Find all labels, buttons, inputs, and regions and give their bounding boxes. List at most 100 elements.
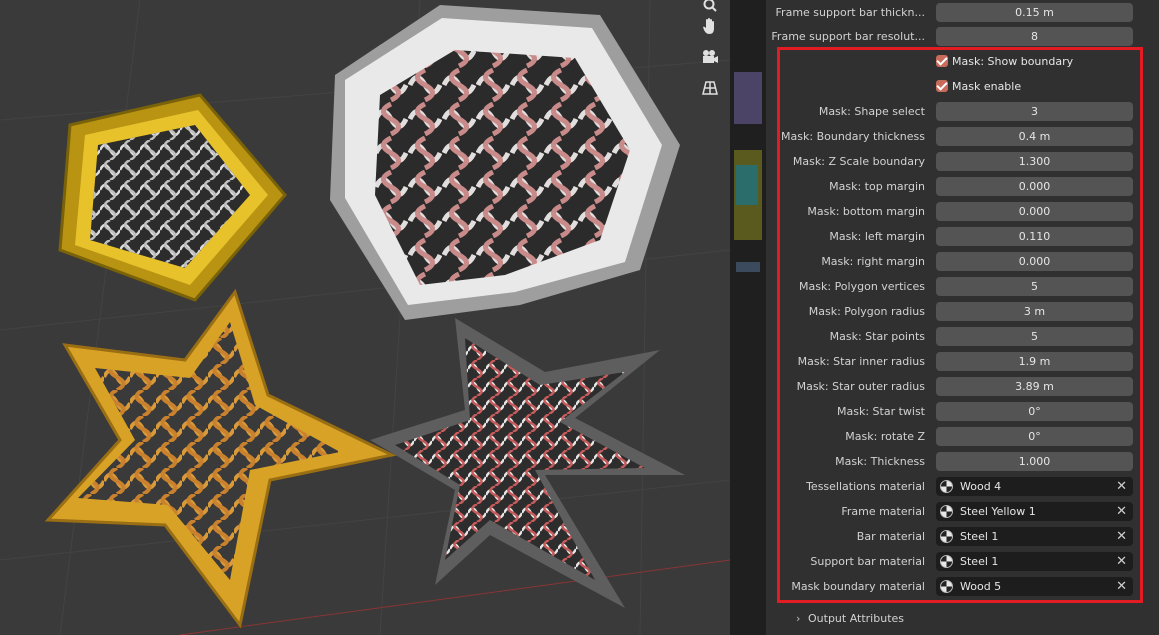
property-value-field[interactable]: 5	[936, 277, 1133, 296]
material-name: Steel Yellow 1	[960, 505, 1036, 518]
close-icon[interactable]: ✕	[1116, 502, 1127, 521]
property-label: Frame support bar thickn...	[775, 6, 925, 19]
checkbox-checked-icon	[936, 80, 948, 92]
3d-viewport[interactable]	[0, 0, 730, 635]
close-icon[interactable]: ✕	[1116, 552, 1127, 571]
checkbox-label: Mask enable	[952, 80, 1022, 93]
property-row: Mask: Shape select 3	[766, 99, 1159, 124]
property-row: Mask: Polygon vertices 5	[766, 274, 1159, 299]
property-value-field[interactable]: 0.000	[936, 252, 1133, 271]
checkbox-row: Mask: Show boundary	[766, 49, 1159, 74]
property-label: Support bar material	[810, 555, 925, 568]
property-row: Mask: Z Scale boundary 1.300	[766, 149, 1159, 174]
property-value-field[interactable]: 3 m	[936, 302, 1133, 321]
property-row: Mask: Star outer radius 3.89 m	[766, 374, 1159, 399]
node-thumbnail	[736, 165, 758, 205]
property-row: Mask: Star inner radius 1.9 m	[766, 349, 1159, 374]
checkbox-label: Mask: Show boundary	[952, 55, 1074, 68]
property-value-field[interactable]: 0°	[936, 427, 1133, 446]
property-value-field[interactable]: 1.300	[936, 152, 1133, 171]
property-label: Mask: rotate Z	[845, 430, 925, 443]
hand-icon[interactable]	[697, 13, 723, 39]
material-field[interactable]: Steel Yellow 1 ✕	[936, 502, 1133, 521]
scene-render	[0, 0, 730, 635]
property-value-field[interactable]: 3.89 m	[936, 377, 1133, 396]
checkbox-row: Mask enable	[766, 74, 1159, 99]
node-thumbnail	[734, 72, 762, 124]
material-icon	[940, 555, 953, 568]
property-value-field[interactable]: 0.110	[936, 227, 1133, 246]
property-row: Mask: left margin 0.110	[766, 224, 1159, 249]
material-field[interactable]: Wood 5 ✕	[936, 577, 1133, 596]
property-label: Mask boundary material	[791, 580, 925, 593]
close-icon[interactable]: ✕	[1116, 477, 1127, 496]
properties-panel: Frame support bar thickn... 0.15 m Frame…	[766, 0, 1159, 635]
property-label: Mask: Star inner radius	[797, 355, 925, 368]
mask-enable-checkbox[interactable]: Mask enable	[936, 74, 1021, 99]
property-value-field[interactable]: 8	[936, 27, 1133, 46]
close-icon[interactable]: ✕	[1116, 527, 1127, 546]
property-label: Frame support bar resolut...	[771, 30, 925, 43]
property-value-field[interactable]: 0°	[936, 402, 1133, 421]
camera-icon[interactable]	[697, 44, 723, 70]
output-attributes-panel-header[interactable]: › Output Attributes	[766, 606, 1159, 631]
property-value-field[interactable]: 0.000	[936, 202, 1133, 221]
material-field[interactable]: Wood 4 ✕	[936, 477, 1133, 496]
property-row: Mask: Star twist 0°	[766, 399, 1159, 424]
close-icon[interactable]: ✕	[1116, 577, 1127, 596]
property-value-field[interactable]: 3	[936, 102, 1133, 121]
property-label: Mask: Polygon vertices	[799, 280, 925, 293]
material-row: Mask boundary material Wood 5 ✕	[766, 574, 1159, 599]
panel-title: Output Attributes	[808, 612, 905, 625]
property-row: Mask: Boundary thickness 0.4 m	[766, 124, 1159, 149]
property-label: Tessellations material	[806, 480, 925, 493]
property-label: Mask: Thickness	[835, 455, 925, 468]
property-row: Mask: top margin 0.000	[766, 174, 1159, 199]
material-name: Wood 4	[960, 480, 1002, 493]
checkbox-checked-icon	[936, 55, 948, 67]
property-label: Mask: right margin	[821, 255, 925, 268]
property-label: Mask: bottom margin	[807, 205, 925, 218]
material-name: Wood 5	[960, 580, 1002, 593]
property-value-field[interactable]: 0.000	[936, 177, 1133, 196]
property-row: Mask: rotate Z 0°	[766, 424, 1159, 449]
material-field[interactable]: Steel 1 ✕	[936, 552, 1133, 571]
material-field[interactable]: Steel 1 ✕	[936, 527, 1133, 546]
property-label: Mask: Boundary thickness	[781, 130, 925, 143]
grid-icon[interactable]	[697, 75, 723, 101]
property-value-field[interactable]: 0.15 m	[936, 3, 1133, 22]
property-label: Mask: Star twist	[837, 405, 925, 418]
property-value-field[interactable]: 0.4 m	[936, 127, 1133, 146]
property-label: Mask: left margin	[829, 230, 925, 243]
material-icon	[940, 580, 953, 593]
property-value-field[interactable]: 1.9 m	[936, 352, 1133, 371]
property-row: Frame support bar thickn... 0.15 m	[766, 0, 1159, 25]
property-row: Mask: Star points 5	[766, 324, 1159, 349]
property-label: Bar material	[856, 530, 925, 543]
node-editor-strip[interactable]	[730, 0, 766, 635]
material-icon	[940, 530, 953, 543]
property-label: Mask: Polygon radius	[808, 305, 925, 318]
material-row: Frame material Steel Yellow 1 ✕	[766, 499, 1159, 524]
property-row: Mask: Thickness 1.000	[766, 449, 1159, 474]
property-row: Mask: right margin 0.000	[766, 249, 1159, 274]
material-icon	[940, 505, 953, 518]
property-label: Mask: top margin	[829, 180, 925, 193]
property-row: Mask: Polygon radius 3 m	[766, 299, 1159, 324]
property-row: Mask: bottom margin 0.000	[766, 199, 1159, 224]
material-row: Tessellations material Wood 4 ✕	[766, 474, 1159, 499]
material-name: Steel 1	[960, 555, 999, 568]
material-name: Steel 1	[960, 530, 999, 543]
property-label: Mask: Shape select	[818, 105, 925, 118]
material-icon	[940, 480, 953, 493]
chevron-right-icon: ›	[796, 612, 801, 625]
material-row: Bar material Steel 1 ✕	[766, 524, 1159, 549]
property-label: Mask: Z Scale boundary	[792, 155, 925, 168]
property-label: Mask: Star outer radius	[796, 380, 925, 393]
mask-show-boundary-checkbox[interactable]: Mask: Show boundary	[936, 49, 1073, 74]
property-label: Frame material	[841, 505, 925, 518]
property-value-field[interactable]: 5	[936, 327, 1133, 346]
property-value-field[interactable]: 1.000	[936, 452, 1133, 471]
property-label: Mask: Star points	[829, 330, 925, 343]
node-thumbnail	[736, 262, 760, 272]
